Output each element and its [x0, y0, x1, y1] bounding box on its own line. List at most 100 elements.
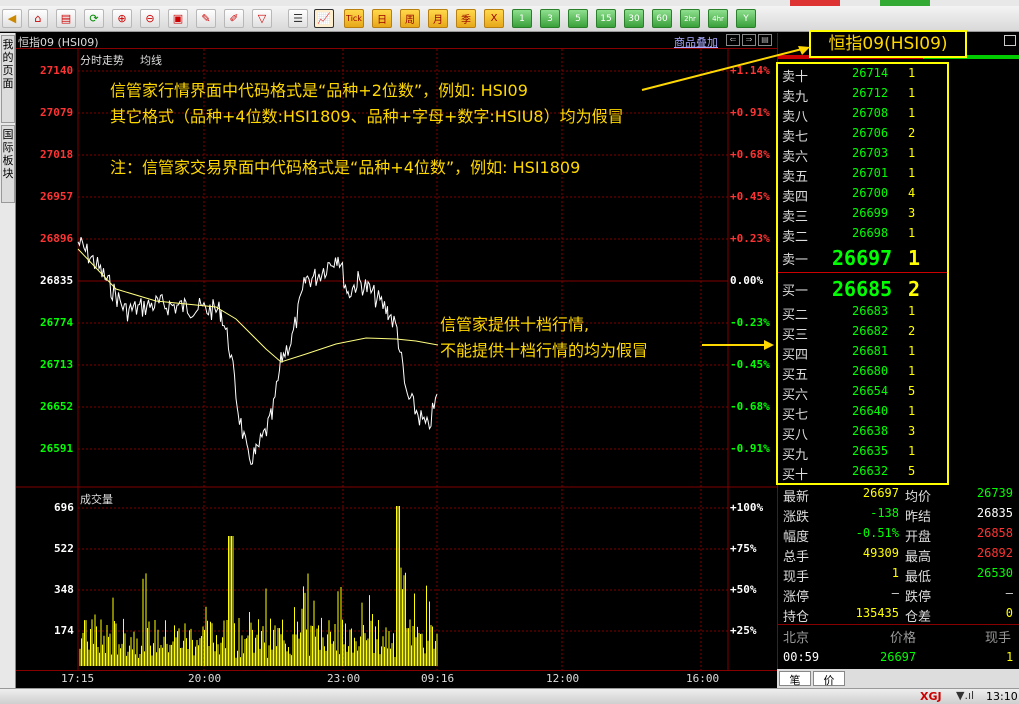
stats-row: 幅度 -0.51% 开盘 26858: [777, 526, 1019, 546]
ask-row[interactable]: 卖五 26701 1: [782, 164, 947, 185]
ask-price: 26697: [832, 246, 893, 270]
ask-row[interactable]: 卖九 26712 1: [782, 84, 947, 105]
pct-axis-label: +0.91%: [730, 106, 770, 119]
stat-label: 涨停: [783, 590, 810, 605]
ask-row[interactable]: 卖一 26697 1: [782, 246, 947, 270]
year-button[interactable]: Y: [736, 9, 756, 28]
tick-vol: 1: [1006, 650, 1014, 664]
bid-row[interactable]: 买四 26681 1: [782, 342, 947, 363]
period-week-button[interactable]: 周: [400, 9, 420, 28]
bid-volume: 2: [908, 324, 916, 338]
annotation-line-1: 信管家行情界面中代码格式是“品种+2位数”，例如: HSI09: [110, 81, 528, 100]
ask-volume: 1: [908, 166, 916, 180]
brand-logo: XGJ: [920, 690, 942, 703]
bid-price: 26683: [852, 304, 889, 318]
news-icon[interactable]: ▤: [56, 9, 76, 28]
ask-price: 26698: [852, 226, 889, 240]
tab-price[interactable]: 价: [813, 671, 845, 687]
pen-icon[interactable]: ✎: [196, 9, 216, 28]
period-custom-button[interactable]: X: [484, 9, 504, 28]
pct-axis-label: -0.23%: [730, 316, 770, 329]
ask-row[interactable]: 卖八 26708 1: [782, 104, 947, 125]
tab-intraday[interactable]: 分时走势: [80, 52, 124, 68]
ask-row[interactable]: 卖六 26703 1: [782, 144, 947, 165]
volume-axis-label: 348: [54, 583, 74, 596]
divider: [777, 624, 1019, 625]
min-5-button[interactable]: 5: [568, 9, 588, 28]
tab-ticks[interactable]: 笔: [779, 671, 811, 687]
stat-value: 26697: [862, 486, 899, 500]
bid-row[interactable]: 买一 26685 2: [782, 277, 947, 301]
hr-2-button[interactable]: 2hr: [680, 9, 700, 28]
ask-row[interactable]: 卖十 26714 1: [782, 64, 947, 85]
bid-label: 买七: [782, 408, 809, 423]
bid-volume: 2: [908, 277, 921, 301]
bid-row[interactable]: 买八 26638 3: [782, 422, 947, 443]
period-quarter-button[interactable]: 季: [456, 9, 476, 28]
min-15-button[interactable]: 15: [596, 9, 616, 28]
price-axis-label: 26591: [40, 442, 74, 455]
filter-icon[interactable]: ▽: [252, 9, 272, 28]
ask-row[interactable]: 卖七 26706 2: [782, 124, 947, 145]
tab-international-sector[interactable]: 国际板块: [1, 125, 15, 203]
pct-axis-label: +0.45%: [730, 190, 770, 203]
maximize-icon[interactable]: [1004, 35, 1016, 46]
ask-row[interactable]: 卖二 26698 1: [782, 224, 947, 245]
ask-row[interactable]: 卖三 26699 3: [782, 204, 947, 225]
price-axis-label: 26713: [40, 358, 74, 371]
stat-value: 0: [1005, 606, 1013, 620]
ask-row[interactable]: 卖四 26700 4: [782, 184, 947, 205]
table-icon[interactable]: ☰: [288, 9, 308, 28]
bid-row[interactable]: 买五 26680 1: [782, 362, 947, 383]
zoom-in-icon[interactable]: ⊕: [112, 9, 132, 28]
min-3-button[interactable]: 3: [540, 9, 560, 28]
time-tick: 20:00: [188, 672, 222, 685]
bid-row[interactable]: 买三 26682 2: [782, 322, 947, 343]
price-axis-label: 27018: [40, 148, 74, 161]
time-tick: 12:00: [546, 672, 580, 685]
bid-volume: 5: [908, 384, 916, 398]
bid-volume: 1: [908, 404, 916, 418]
tick-button[interactable]: Tick: [344, 9, 364, 28]
home-icon[interactable]: ⌂: [28, 9, 48, 28]
bid-price: 26635: [852, 444, 889, 458]
bid-row[interactable]: 买七 26640 1: [782, 402, 947, 423]
stat-label: 涨跌: [783, 510, 810, 525]
zoom-out-icon[interactable]: ⊖: [140, 9, 160, 28]
volume-axis-label: 522: [54, 542, 74, 555]
side-tabs: 我的页面 国际板块: [0, 33, 16, 688]
bid-label: 买八: [782, 428, 809, 443]
stats-row: 涨停 — 跌停 —: [777, 586, 1019, 606]
bid-label: 买三: [782, 328, 809, 343]
stat-label: 持仓: [783, 610, 810, 625]
period-month-button[interactable]: 月: [428, 9, 448, 28]
hr-4-button[interactable]: 4hr: [708, 9, 728, 28]
bid-row[interactable]: 买六 26654 5: [782, 382, 947, 403]
brush-icon[interactable]: ✐: [224, 9, 244, 28]
tab-average[interactable]: 均线: [140, 52, 162, 68]
price-axis-label: 26835: [40, 274, 74, 287]
period-day-button[interactable]: 日: [372, 9, 392, 28]
back-icon[interactable]: ◀: [2, 9, 22, 28]
min-1-button[interactable]: 1: [512, 9, 532, 28]
time-tick: 23:00: [327, 672, 361, 685]
bid-row[interactable]: 买九 26635 1: [782, 442, 947, 463]
intraday-chart[interactable]: 分时走势 均线 成交量 27140 +1.14% 27079 +0.91% 27018 +…: [16, 49, 777, 670]
price-axis-label: 26957: [40, 190, 74, 203]
pct-axis-label: 0.00%: [730, 274, 764, 287]
refresh-icon[interactable]: ⟳: [84, 9, 104, 28]
bid-volume: 1: [908, 344, 916, 358]
window-icon[interactable]: ▣: [168, 9, 188, 28]
min-30-button[interactable]: 30: [624, 9, 644, 28]
tab-my-page[interactable]: 我的页面: [1, 35, 15, 123]
stats-row: 现手 1 最低 26530: [777, 566, 1019, 586]
ask-label: 卖四: [782, 190, 809, 205]
stat-value: 1: [891, 566, 899, 580]
bid-row[interactable]: 买二 26683 1: [782, 302, 947, 323]
stat-value: 26835: [976, 506, 1013, 520]
volume-pct-label: +100%: [730, 501, 764, 514]
min-60-button[interactable]: 60: [652, 9, 672, 28]
chart-icon[interactable]: 📈: [314, 9, 334, 28]
bid-row[interactable]: 买十 26632 5: [782, 462, 947, 483]
bid-volume: 1: [908, 444, 916, 458]
